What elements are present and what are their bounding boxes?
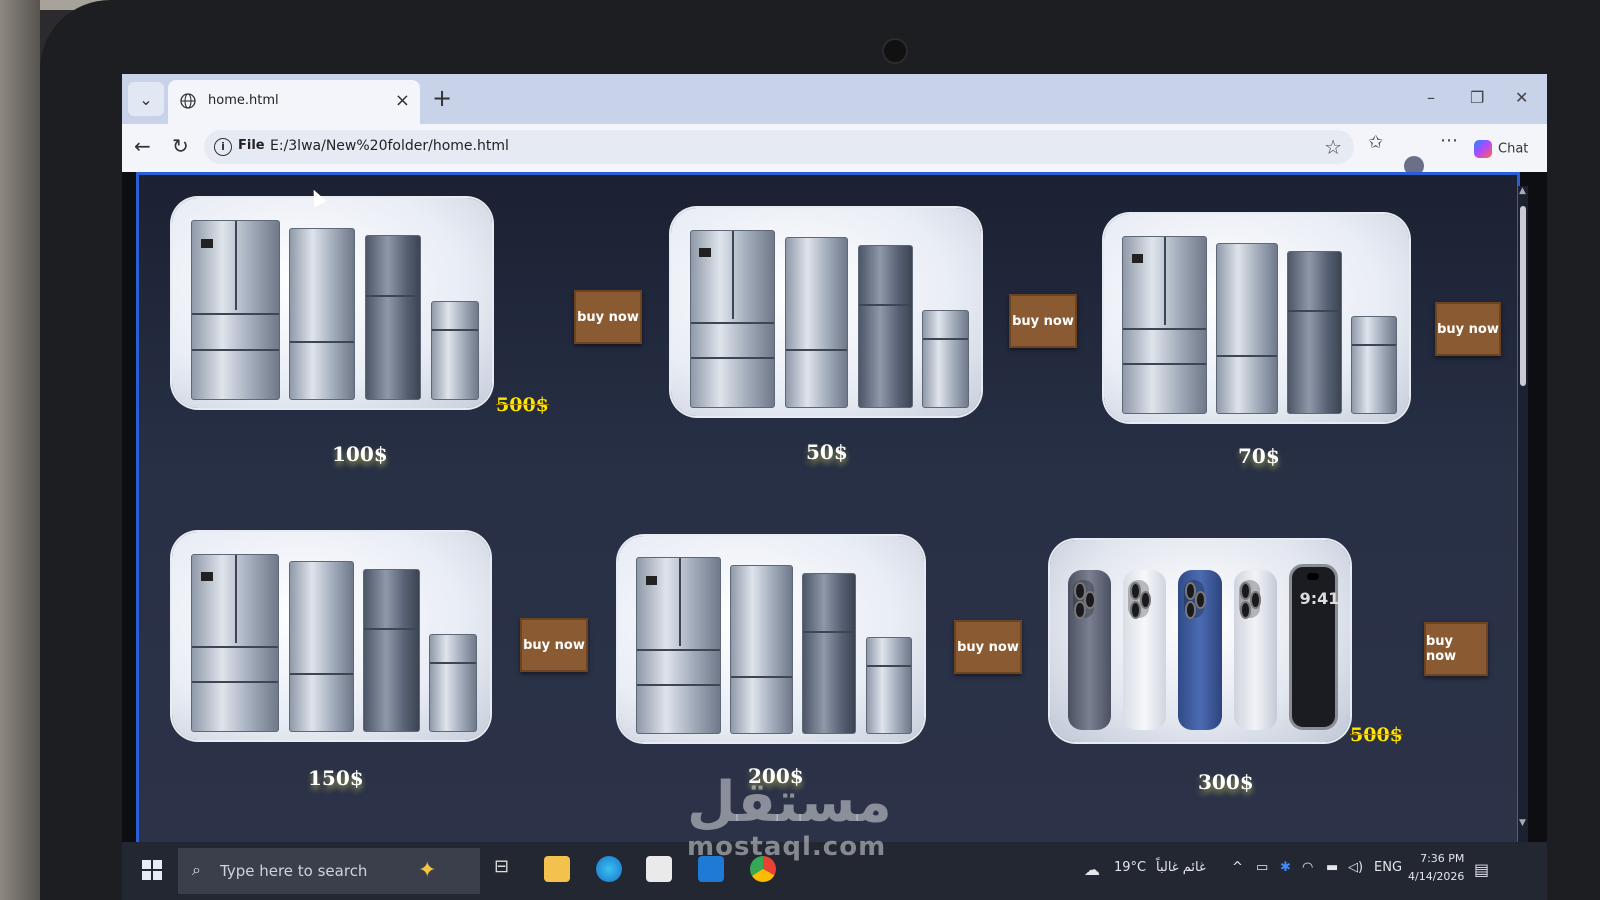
product-price: 100$	[332, 442, 388, 466]
product-price: 150$	[308, 766, 364, 790]
language-indicator[interactable]: ENG	[1374, 860, 1402, 875]
product-image-fridges[interactable]	[671, 208, 981, 416]
close-window-button[interactable]: ✕	[1515, 88, 1528, 107]
search-icon: ⌕	[192, 860, 201, 879]
phone-screen-time: 9:41	[1299, 589, 1340, 609]
weather-condition[interactable]: غائم غالباً	[1156, 860, 1206, 875]
favorite-star-icon[interactable]: ☆	[1324, 135, 1342, 159]
new-tab-button[interactable]: +	[432, 84, 452, 112]
copilot-icon	[1474, 140, 1492, 158]
show-hidden-icons-icon[interactable]: ^	[1232, 860, 1243, 875]
browser-toolbar: ← ↻ i File E:/3lwa/New%20folder/home.htm…	[122, 124, 1547, 172]
product-image-fridges[interactable]	[618, 536, 924, 742]
product-image-fridges[interactable]	[172, 198, 492, 408]
address-scheme: File	[238, 138, 265, 153]
product-price: 70$	[1238, 444, 1280, 468]
scroll-up-icon[interactable]: ▲	[1519, 186, 1526, 196]
buy-now-button[interactable]: buy now	[1435, 302, 1501, 356]
scrollbar-thumb[interactable]	[1520, 206, 1526, 386]
back-arrow-icon[interactable]: ←	[134, 134, 151, 158]
address-url: E:/3lwa/New%20folder/home.html	[270, 138, 509, 154]
tab-title: home.html	[208, 93, 279, 108]
site-info-icon[interactable]: i	[214, 138, 232, 156]
refresh-icon[interactable]: ↻	[172, 134, 189, 158]
restore-button[interactable]: ❐	[1470, 88, 1484, 107]
product-image-iphones[interactable]: 9:41	[1050, 540, 1350, 742]
file-explorer-icon[interactable]	[544, 856, 570, 882]
minimize-button[interactable]: –	[1427, 88, 1435, 107]
buy-now-button[interactable]: buy now	[954, 620, 1022, 674]
product-image-fridges[interactable]	[172, 532, 490, 740]
device-icon[interactable]: ▭	[1256, 860, 1268, 875]
page-scrollbar[interactable]	[1518, 186, 1528, 846]
wifi-icon[interactable]: ◠	[1302, 860, 1313, 875]
microsoft-store-icon[interactable]	[646, 856, 672, 882]
copilot-spark-icon: ✦	[418, 858, 437, 883]
task-view-icon[interactable]: ⊟	[494, 856, 520, 882]
product-price: 50$	[806, 440, 848, 464]
tab-actions-button[interactable]: ⌄	[128, 82, 164, 116]
search-placeholder: Type here to search	[220, 862, 368, 880]
clock-time: 7:36 PM	[1420, 852, 1465, 865]
copilot-chat-button[interactable]: Chat	[1474, 140, 1528, 158]
watermark-latin: mostaql.com	[687, 832, 887, 862]
weather-icon[interactable]: ☁	[1084, 860, 1100, 879]
wall-left	[0, 0, 40, 900]
buy-now-button[interactable]: buy now	[574, 290, 642, 344]
close-tab-icon[interactable]: ×	[395, 90, 410, 111]
chat-label: Chat	[1498, 141, 1529, 157]
edge-browser-icon[interactable]	[596, 856, 622, 882]
favorites-icon[interactable]: ✩	[1368, 132, 1383, 153]
laptop-screen: ⌄ home.html × + – ❐ ✕ ← ↻ i File E:/3lwa…	[122, 74, 1547, 900]
more-icon[interactable]: ⋯	[1440, 130, 1458, 151]
buy-now-button[interactable]: buy now	[1424, 622, 1488, 676]
globe-icon	[180, 93, 196, 109]
taskbar-clock[interactable]: 7:36 PM 4/14/2026	[1408, 850, 1464, 886]
old-price: 500$	[1350, 724, 1403, 746]
watermark: مستقل mostaql.com	[687, 770, 892, 863]
browser-tab-bar: ⌄ home.html × + – ❐ ✕	[122, 74, 1547, 124]
watermark-arabic: مستقل	[687, 770, 892, 835]
buy-now-button[interactable]: buy now	[520, 618, 588, 672]
product-image-fridges[interactable]	[1104, 214, 1409, 422]
buy-now-button[interactable]: buy now	[1009, 294, 1077, 348]
taskbar-search-box[interactable]: ⌕ Type here to search ✦	[178, 848, 480, 894]
battery-icon[interactable]: ▬	[1326, 860, 1338, 875]
chevron-down-icon: ⌄	[139, 89, 153, 109]
notification-icon[interactable]: ▤	[1474, 860, 1489, 879]
bluetooth-icon[interactable]: ✱	[1280, 860, 1291, 875]
weather-temperature[interactable]: 19°C	[1114, 860, 1146, 875]
scroll-down-icon[interactable]: ▼	[1519, 818, 1526, 828]
product-price: 300$	[1198, 770, 1254, 794]
tab-home[interactable]: home.html ×	[168, 80, 420, 124]
clock-date: 4/14/2026	[1408, 870, 1465, 883]
volume-icon[interactable]: ◁)	[1348, 860, 1363, 875]
webcam	[882, 38, 908, 64]
windows-start-icon[interactable]	[142, 860, 162, 880]
address-bar[interactable]: i File E:/3lwa/New%20folder/home.html ☆	[204, 130, 1354, 164]
old-price: 500$	[496, 394, 549, 416]
